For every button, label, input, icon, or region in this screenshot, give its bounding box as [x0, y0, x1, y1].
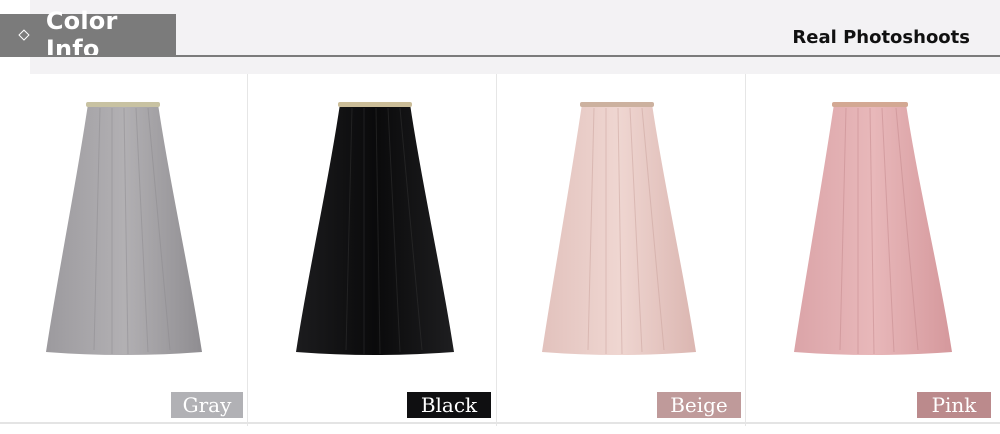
- color-panel-pink: Pink: [746, 74, 1000, 426]
- color-panel-beige: Beige: [496, 74, 746, 426]
- header-rule: [176, 55, 1000, 57]
- color-panel-gray: Gray: [0, 74, 248, 426]
- color-info-banner: Color Info Real Photoshoots: [0, 0, 1000, 74]
- color-label-black: Black: [407, 392, 491, 418]
- panel-divider: [496, 74, 497, 426]
- gray-skirt-image: [46, 102, 202, 355]
- color-label-pink: Pink: [917, 392, 991, 418]
- section-tab: Color Info: [0, 7, 176, 63]
- panel-divider: [745, 74, 746, 426]
- panel-divider: [247, 74, 248, 426]
- pink-skirt-image: [794, 102, 952, 355]
- section-subtitle: Real Photoshoots: [792, 27, 970, 48]
- header-rule-left: [0, 55, 176, 57]
- color-label-gray: Gray: [171, 392, 243, 418]
- black-skirt-image: [296, 102, 454, 355]
- color-label-beige: Beige: [657, 392, 741, 418]
- color-panels: Gray Black Beige Pink: [0, 74, 1000, 426]
- color-panel-black: Black: [248, 74, 496, 426]
- bottom-rule: [0, 422, 1000, 424]
- diamond-icon: [18, 29, 30, 41]
- beige-skirt-image: [542, 102, 696, 355]
